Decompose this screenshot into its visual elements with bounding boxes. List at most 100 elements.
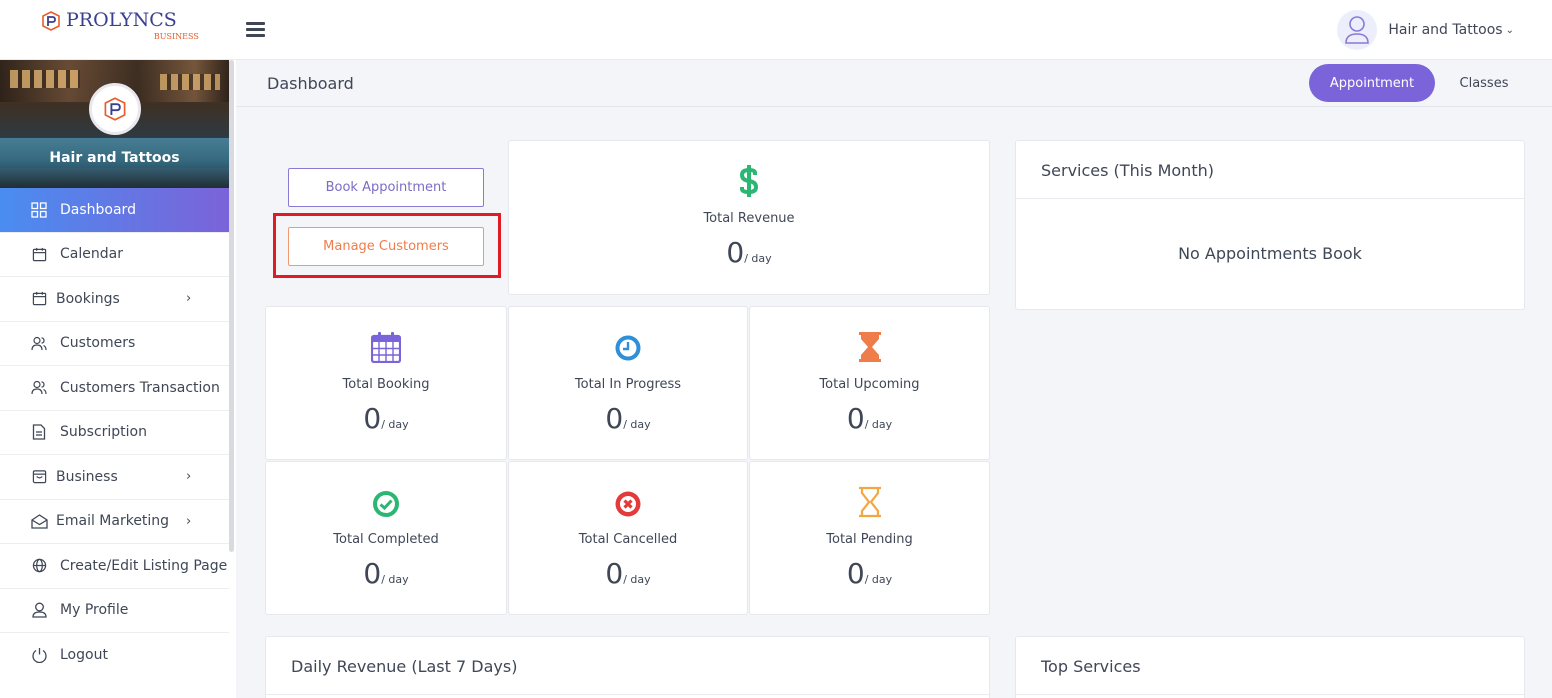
total-revenue-card: Total Revenue 0/ day	[508, 140, 990, 295]
document-icon	[30, 423, 48, 441]
brand-logo[interactable]: PROLYNCS BUSINESS	[42, 9, 199, 41]
sidebar-item-dashboard[interactable]: Dashboard	[0, 188, 229, 233]
sidebar-item-my-profile[interactable]: My Profile	[0, 589, 229, 633]
envelope-icon	[30, 512, 48, 530]
stat-unit: / day	[623, 573, 651, 586]
daily-revenue-card: Daily Revenue (Last 7 Days)	[265, 636, 990, 698]
sidebar-nav: Dashboard Calendar Bookings › Customers	[0, 188, 236, 678]
stat-label: Total Completed	[333, 532, 439, 547]
chevron-right-icon: ›	[186, 469, 192, 485]
page-title: Dashboard	[267, 74, 354, 93]
sidebar-item-label: Email Marketing	[56, 513, 170, 530]
users-icon	[30, 379, 48, 397]
hourglass-filled-icon	[750, 331, 989, 363]
hamburger-line	[246, 22, 265, 25]
sidebar: Hair and Tattoos Dashboard Calendar Book…	[0, 60, 236, 698]
sidebar-item-calendar[interactable]: Calendar	[0, 233, 229, 277]
card-divider	[1016, 694, 1524, 695]
chevron-right-icon: ›	[186, 291, 192, 307]
sidebar-item-subscription[interactable]: Subscription	[0, 411, 229, 455]
sidebar-item-label: Customers Transaction	[60, 379, 220, 396]
stat-unit: / day	[864, 573, 893, 586]
globe-icon	[30, 557, 48, 575]
book-appointment-button[interactable]: Book Appointment	[288, 168, 484, 207]
stat-label: Total Upcoming	[819, 377, 920, 392]
user-menu[interactable]: Hair and Tattoos ⌄	[1337, 10, 1514, 50]
dollar-icon	[509, 165, 989, 197]
calendar-icon	[30, 290, 48, 308]
sidebar-item-label: Bookings	[56, 290, 120, 307]
card-divider	[266, 694, 989, 695]
stat-value: 0/ day	[750, 557, 989, 590]
logo-mark-icon	[42, 11, 60, 31]
stat-number: 0	[846, 557, 865, 590]
menu-toggle-button[interactable]	[246, 22, 265, 38]
sidebar-item-label: Business	[56, 468, 118, 485]
sidebar-item-business[interactable]: Business ›	[0, 455, 229, 500]
banner-image-detail	[160, 74, 220, 90]
stat-label: Total In Progress	[574, 377, 682, 392]
revenue-label: Total Revenue	[703, 211, 795, 226]
page-header: Dashboard Appointment Classes	[236, 60, 1552, 107]
sidebar-item-bookings[interactable]: Bookings ›	[0, 277, 229, 322]
sidebar-item-label: Customers	[60, 335, 136, 352]
check-circle-icon	[266, 490, 506, 518]
sidebar-item-email-marketing[interactable]: Email Marketing ›	[0, 500, 229, 544]
sidebar-item-customers-transaction[interactable]: Customers Transaction	[0, 366, 229, 411]
business-banner: Hair and Tattoos	[0, 60, 229, 188]
revenue-value: 0/ day	[509, 236, 989, 269]
card-title: Services (This Month)	[1041, 161, 1214, 180]
sidebar-item-label: Calendar	[60, 246, 123, 263]
revenue-unit: / day	[744, 252, 772, 265]
chevron-down-icon: ⌄	[1505, 24, 1514, 36]
empty-state-message: No Appointments Book	[1178, 244, 1362, 263]
stat-number: 0	[846, 402, 865, 435]
total-upcoming-card: Total Upcoming 0/ day	[749, 306, 990, 460]
stat-unit: / day	[864, 418, 893, 431]
shopping-bag-icon	[30, 468, 48, 486]
hourglass-outline-icon	[750, 486, 989, 518]
stat-number: 0	[605, 402, 624, 435]
calendar-grid-icon	[266, 331, 506, 363]
sidebar-item-label: Logout	[60, 647, 108, 664]
user-icon	[30, 601, 48, 619]
sidebar-item-logout[interactable]: Logout	[0, 633, 229, 678]
hamburger-line	[246, 34, 265, 37]
stat-label: Total Cancelled	[578, 532, 678, 547]
stat-value: 0/ day	[509, 402, 747, 435]
business-avatar	[89, 83, 141, 135]
brand-name: PROLYNCS BUSINESS	[66, 9, 199, 41]
stat-label: Total Booking	[342, 377, 430, 392]
card-title: Top Services	[1041, 657, 1141, 676]
calendar-icon	[30, 245, 48, 263]
top-bar: PROLYNCS BUSINESS Hair and Tattoos ⌄	[0, 0, 1552, 60]
card-title: Daily Revenue (Last 7 Days)	[291, 657, 518, 676]
sidebar-item-label: Subscription	[60, 424, 147, 441]
total-cancelled-card: Total Cancelled 0/ day	[508, 461, 748, 615]
tab-classes[interactable]: Classes	[1441, 64, 1527, 102]
total-in-progress-card: Total In Progress 0/ day	[508, 306, 748, 460]
user-avatar-icon	[1337, 10, 1378, 50]
business-logo-icon	[104, 97, 126, 121]
stat-unit: / day	[381, 418, 409, 431]
stat-value: 0/ day	[750, 402, 989, 435]
user-name: Hair and Tattoos	[1388, 22, 1503, 38]
sidebar-scrollbar[interactable]	[229, 60, 234, 552]
hamburger-line	[246, 28, 265, 31]
chevron-right-icon: ›	[186, 513, 192, 529]
sidebar-item-label: My Profile	[60, 602, 129, 619]
card-divider	[1016, 198, 1524, 199]
stat-number: 0	[605, 557, 624, 590]
stat-value: 0/ day	[266, 557, 506, 590]
power-icon	[30, 646, 48, 664]
sidebar-item-listing-page[interactable]: Create/Edit Listing Page	[0, 544, 229, 589]
tab-appointment[interactable]: Appointment	[1309, 64, 1435, 102]
total-booking-card: Total Booking 0/ day	[265, 306, 507, 460]
highlight-annotation	[273, 213, 501, 278]
services-month-card: Services (This Month) No Appointments Bo…	[1015, 140, 1525, 310]
sidebar-item-customers[interactable]: Customers	[0, 322, 229, 366]
brand-subtitle: BUSINESS	[153, 32, 199, 41]
business-name: Hair and Tattoos	[49, 150, 180, 166]
total-completed-card: Total Completed 0/ day	[265, 461, 507, 615]
stat-number: 0	[363, 402, 382, 435]
